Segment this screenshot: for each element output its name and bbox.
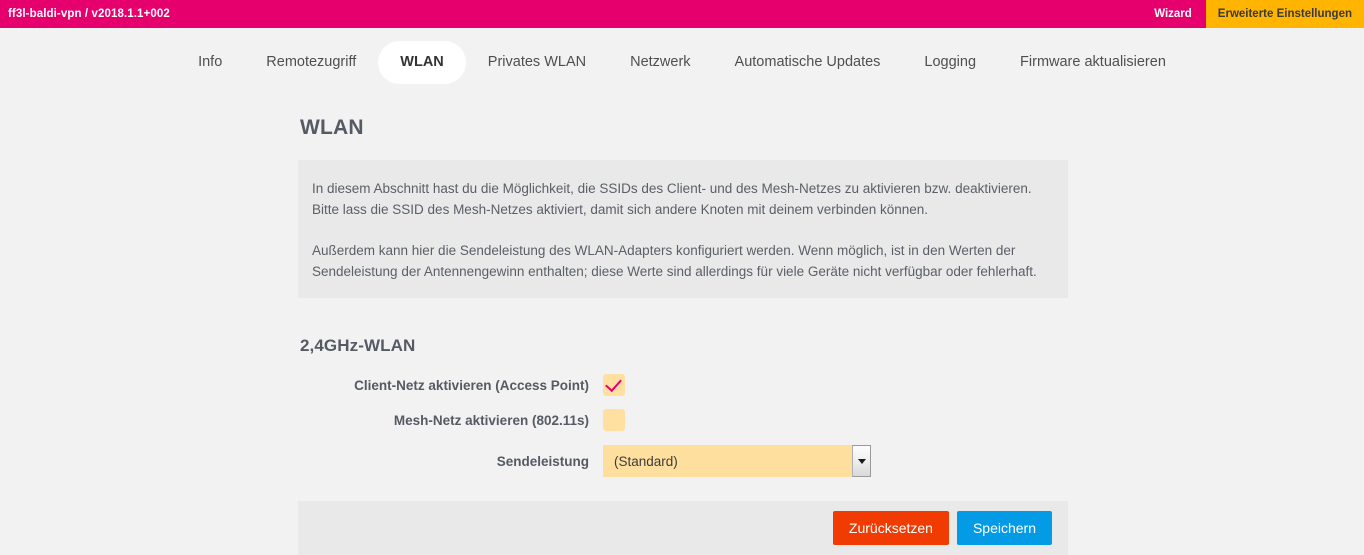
main-content: WLAN In diesem Abschnitt hast du die Mög…	[298, 116, 1068, 555]
top-bar-links: Wizard Erweiterte Einstellungen	[1140, 0, 1364, 28]
tab-firmware-aktualisieren[interactable]: Firmware aktualisieren	[998, 41, 1188, 84]
tab-wlan[interactable]: WLAN	[378, 40, 466, 84]
txpower-selected-value: (Standard)	[603, 445, 852, 477]
section-title-24ghz: 2,4GHz-WLAN	[300, 336, 416, 355]
advanced-settings-link[interactable]: Erweiterte Einstellungen	[1205, 0, 1364, 28]
form-row-mesh-net: Mesh-Netz aktivieren (802.11s)	[298, 409, 1068, 431]
tab-netzwerk[interactable]: Netzwerk	[608, 41, 712, 84]
main-navigation: Info Remotezugriff WLAN Privates WLAN Ne…	[0, 28, 1364, 92]
mesh-net-checkbox[interactable]	[603, 409, 625, 431]
info-paragraph-1: In diesem Abschnitt hast du die Möglichk…	[312, 181, 1032, 217]
reset-button[interactable]: Zurücksetzen	[832, 511, 949, 545]
action-bar: Zurücksetzen Speichern	[298, 501, 1068, 555]
node-hostname-version: ff3l-baldi-vpn / v2018.1.1+002	[8, 8, 170, 20]
page-title: WLAN	[300, 116, 364, 139]
tab-logging[interactable]: Logging	[902, 41, 998, 84]
top-bar: ff3l-baldi-vpn / v2018.1.1+002 Wizard Er…	[0, 0, 1364, 28]
tab-remotezugriff[interactable]: Remotezugriff	[244, 41, 378, 84]
txpower-label: Sendeleistung	[496, 453, 589, 469]
save-button[interactable]: Speichern	[956, 511, 1052, 545]
info-box: In diesem Abschnitt hast du die Möglichk…	[298, 160, 1068, 298]
txpower-select[interactable]: (Standard)	[603, 445, 871, 477]
tab-info[interactable]: Info	[176, 41, 244, 84]
form-row-txpower: Sendeleistung (Standard)	[298, 445, 1068, 477]
wizard-link[interactable]: Wizard	[1140, 0, 1206, 28]
tab-privates-wlan[interactable]: Privates WLAN	[466, 41, 608, 84]
info-paragraph-2: Außerdem kann hier die Sendeleistung des…	[312, 243, 1037, 279]
form-row-client-net: Client-Netz aktivieren (Access Point)	[298, 374, 1068, 396]
mesh-net-label: Mesh-Netz aktivieren (802.11s)	[393, 412, 589, 428]
chevron-down-icon[interactable]	[852, 445, 871, 477]
client-net-label: Client-Netz aktivieren (Access Point)	[354, 377, 589, 393]
tab-automatische-updates[interactable]: Automatische Updates	[713, 41, 903, 84]
client-net-checkbox[interactable]	[603, 374, 625, 396]
